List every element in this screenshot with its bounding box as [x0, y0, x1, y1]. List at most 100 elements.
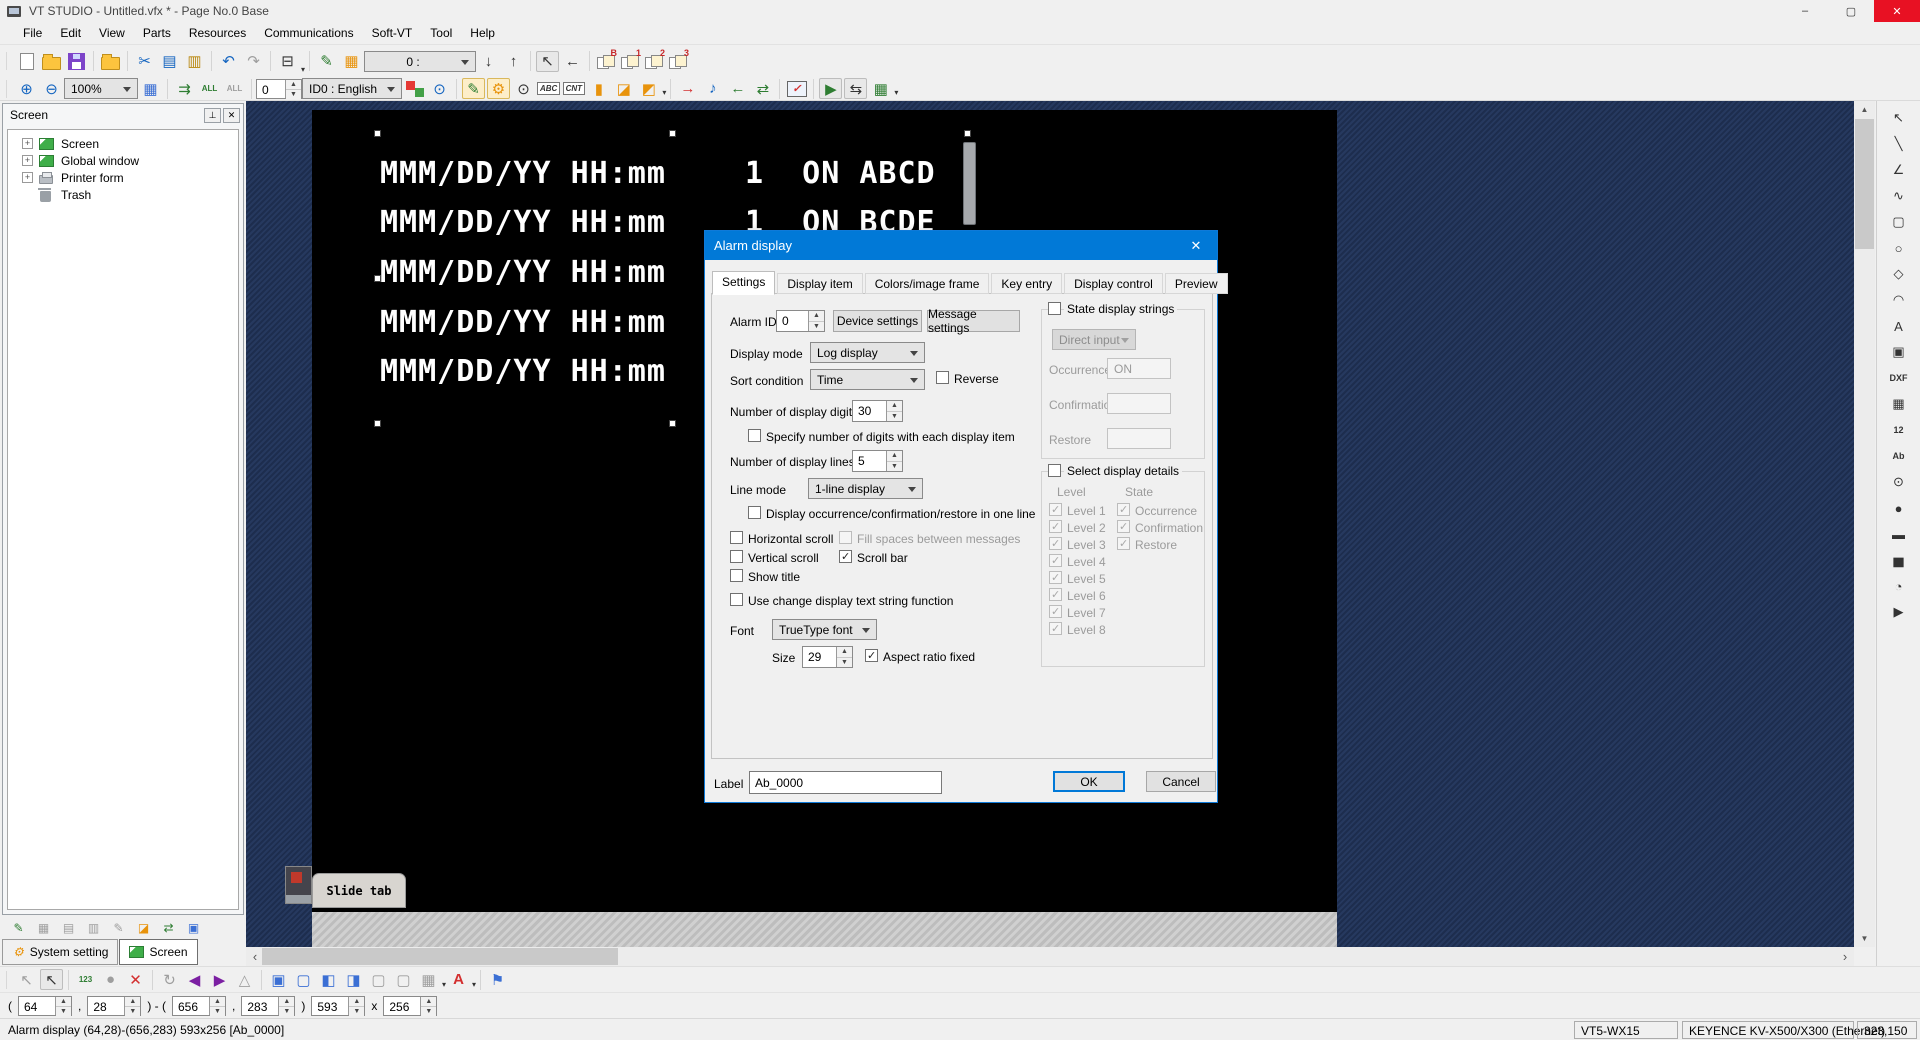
- align-parts-button[interactable]: ▦: [417, 969, 440, 990]
- edit-pencil-button[interactable]: ✎: [7, 917, 30, 938]
- send-to-back-button[interactable]: ▢: [292, 969, 315, 990]
- date-display-row[interactable]: MMM/DD/YY HH:mm: [380, 205, 666, 240]
- width-spin-buttons[interactable]: ▲▼: [348, 997, 364, 1015]
- date-display-row[interactable]: MMM/DD/YY HH:mm: [380, 255, 666, 290]
- text-tool[interactable]: A: [1886, 314, 1912, 338]
- layer-1-button[interactable]: 1: [619, 51, 641, 71]
- count-list-button[interactable]: CNT: [562, 78, 585, 99]
- open-file-button[interactable]: [40, 51, 63, 72]
- print-button[interactable]: ⊟: [276, 51, 299, 72]
- tab-system-setting[interactable]: ⚙ System setting: [2, 939, 118, 965]
- spline-tool[interactable]: ∿: [1886, 184, 1912, 208]
- flip-horizontal-button[interactable]: ◀: [183, 969, 206, 990]
- device-number-button[interactable]: 123: [74, 969, 97, 990]
- align-dropdown-arrow[interactable]: ▾: [442, 980, 446, 992]
- operator-button[interactable]: ▮: [587, 78, 610, 99]
- dxf-tool[interactable]: DXF: [1886, 366, 1912, 390]
- page-select-combo[interactable]: 0 :: [364, 51, 476, 72]
- undo-select-button[interactable]: ↖: [15, 969, 38, 990]
- menu-edit[interactable]: Edit: [51, 23, 90, 43]
- preview-button[interactable]: ⊙: [512, 78, 535, 99]
- tab-preview[interactable]: Preview: [1165, 273, 1228, 294]
- lamp-tool[interactable]: ●: [1886, 496, 1912, 520]
- expand-icon[interactable]: +: [22, 138, 33, 149]
- menu-soft-vt[interactable]: Soft-VT: [363, 23, 422, 43]
- verify-button[interactable]: ⇄: [751, 78, 774, 99]
- expand-icon[interactable]: +: [22, 172, 33, 183]
- back-button[interactable]: ←: [561, 51, 584, 72]
- alarm-part-scrollbar[interactable]: [963, 142, 976, 225]
- all-on-button[interactable]: ALL: [198, 78, 221, 99]
- menu-tool[interactable]: Tool: [421, 23, 461, 43]
- numeric-display-tool[interactable]: 12: [1886, 418, 1912, 442]
- selection-handle[interactable]: [374, 275, 381, 282]
- transfer-page-button[interactable]: ⇄: [157, 917, 180, 938]
- paste-page-button[interactable]: ▥: [82, 917, 105, 938]
- send-backward-button[interactable]: ◨: [342, 969, 365, 990]
- menu-file[interactable]: File: [14, 23, 51, 43]
- open-project-button[interactable]: [99, 51, 122, 72]
- one-line-checkbox[interactable]: [748, 506, 761, 519]
- paste-button[interactable]: ▥: [183, 51, 206, 72]
- selection-handle[interactable]: [964, 130, 971, 137]
- dialog-title-bar[interactable]: Alarm display ✕: [705, 231, 1217, 260]
- scroll-bar-checkbox[interactable]: [839, 550, 852, 563]
- y2-spin-buttons[interactable]: ▲▼: [278, 997, 294, 1015]
- grid-small-button[interactable]: ▦: [32, 917, 55, 938]
- alarm-id-spin-buttons[interactable]: ▲▼: [808, 311, 824, 331]
- part-label-input[interactable]: [749, 771, 942, 794]
- all-off-button[interactable]: ALL: [223, 78, 246, 99]
- menu-communications[interactable]: Communications: [255, 23, 362, 43]
- system-setting-toggle[interactable]: ⚙: [487, 78, 510, 99]
- grid-button[interactable]: ▦: [139, 78, 162, 99]
- device-settings-button[interactable]: Device settings: [833, 310, 922, 332]
- text-style-button[interactable]: A: [447, 969, 470, 990]
- part-align-button[interactable]: ⇉: [173, 78, 196, 99]
- tab-display-item[interactable]: Display item: [777, 273, 862, 294]
- usb-config-button[interactable]: ⇆: [844, 78, 867, 99]
- clock-tool[interactable]: ⊙: [1886, 470, 1912, 494]
- copy-page-button[interactable]: ▤: [57, 917, 80, 938]
- specify-digits-checkbox[interactable]: [748, 429, 761, 442]
- horizontal-scroll-checkbox[interactable]: [730, 531, 743, 544]
- bring-forward-button[interactable]: ◧: [317, 969, 340, 990]
- scroll-down-arrow[interactable]: ▼: [1854, 930, 1875, 947]
- message-settings-button[interactable]: Message settings: [927, 310, 1020, 332]
- tree-item-global-window[interactable]: + Global window: [8, 152, 238, 169]
- display-lines-spinner[interactable]: 5 ▲▼: [852, 450, 903, 472]
- horizontal-scrollbar[interactable]: ‹ ›: [246, 947, 1854, 966]
- unit-dropdown-arrow[interactable]: ▾: [894, 88, 898, 100]
- send-sound-button[interactable]: ♪: [701, 78, 724, 99]
- cut-button[interactable]: ✂: [133, 51, 156, 72]
- rectangle-tool[interactable]: ▢: [1886, 210, 1912, 234]
- meter-tool[interactable]: ◔: [1886, 574, 1912, 598]
- alarm-display-row[interactable]: 1 ON ABCD: [745, 156, 936, 191]
- maximize-button[interactable]: ▢: [1828, 0, 1874, 22]
- minimize-button[interactable]: –: [1782, 0, 1828, 22]
- zoom-level-combo[interactable]: 100%: [64, 78, 138, 99]
- select-part-button[interactable]: ↖: [536, 51, 559, 72]
- selection-handle[interactable]: [669, 420, 676, 427]
- switch-tool[interactable]: ▬: [1886, 522, 1912, 546]
- ok-button[interactable]: OK: [1053, 771, 1125, 792]
- language-combo[interactable]: ID0 : English: [302, 78, 402, 99]
- fit-width-button[interactable]: ▢: [367, 969, 390, 990]
- bring-to-front-button[interactable]: ▣: [267, 969, 290, 990]
- tab-key-entry[interactable]: Key entry: [991, 273, 1062, 294]
- flip-vertical-button[interactable]: ▶: [208, 969, 231, 990]
- tab-colors-image-frame[interactable]: Colors/image frame: [865, 273, 990, 294]
- scroll-right-arrow[interactable]: ›: [1836, 947, 1854, 966]
- edit-page-button[interactable]: ✎: [107, 917, 130, 938]
- center-rotate-button[interactable]: △: [233, 969, 256, 990]
- x2-spin-buttons[interactable]: ▲▼: [209, 997, 225, 1015]
- video-tool[interactable]: ▶: [1886, 600, 1912, 624]
- library-save-button[interactable]: ◩: [637, 78, 660, 99]
- vertical-scrollbar[interactable]: ▲ ▼: [1854, 101, 1875, 947]
- send-to-vt-button[interactable]: →: [676, 78, 699, 99]
- screen-edit-toggle[interactable]: ✎: [462, 78, 485, 99]
- simulator-button[interactable]: ▶: [819, 78, 842, 99]
- swap-colors-button[interactable]: [403, 78, 426, 99]
- tree-item-trash[interactable]: Trash: [8, 186, 238, 203]
- line-tool[interactable]: ╲: [1886, 132, 1912, 156]
- reverse-checkbox[interactable]: [936, 371, 949, 384]
